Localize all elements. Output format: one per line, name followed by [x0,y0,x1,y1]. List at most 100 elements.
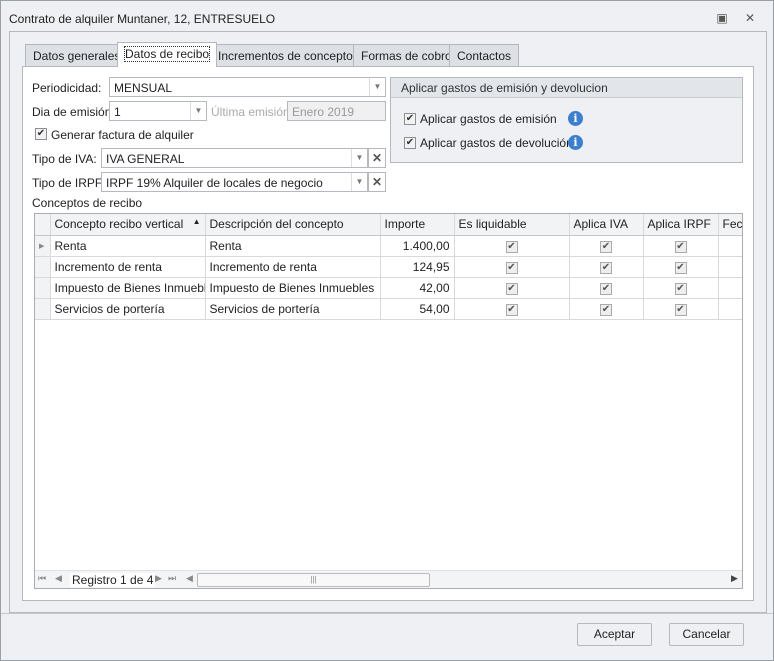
generar-factura-label: Generar factura de alquiler [51,128,194,142]
checkbox[interactable]: ✔ [505,304,518,316]
aplica-iva-checkbox[interactable]: ✔ [569,277,644,299]
descripcion-cell[interactable]: Servicios de portería [205,298,381,320]
gastos-emision-checkbox[interactable]: ✔ [404,113,416,125]
chevron-down-icon[interactable]: ▼ [369,78,385,96]
iva-select[interactable]: IVA GENERAL ▼ [101,148,368,168]
periodicidad-select[interactable]: MENSUAL ▼ [109,77,386,97]
chevron-down-icon[interactable]: ▼ [190,102,206,120]
dialog-window: Contrato de alquiler Muntaner, 12, ENTRE… [0,0,774,661]
accept-button[interactable]: Aceptar [577,623,652,646]
aplica-irpf-checkbox[interactable]: ✔ [643,298,719,320]
close-icon[interactable]: ✕ [743,11,757,25]
gastos-emision-label: Aplicar gastos de emisión [420,112,557,126]
concepto-cell[interactable]: Incremento de renta [50,256,206,278]
dia-emision-select[interactable]: 1 ▼ [109,101,207,121]
scroll-right-icon[interactable]: ▶ [731,573,738,584]
column-header-aplica-iva[interactable]: Aplica IVA [569,214,644,236]
checkbox[interactable]: ✔ [674,262,687,274]
table-row[interactable]: Servicios de portería Servicios de porter… [35,298,742,320]
column-header-descripcion[interactable]: Descripción del concepto [205,214,381,236]
table-row[interactable]: ▶ Renta Renta 1.400,00 ✔ ✔ ✔ [35,235,742,257]
aplica-irpf-checkbox[interactable]: ✔ [643,235,719,257]
generar-factura-checkbox[interactable]: ✔ [35,128,47,140]
column-header-importe[interactable]: Importe [380,214,455,236]
last-record-icon[interactable]: ⏭ [168,573,176,584]
checkbox[interactable]: ✔ [600,304,612,316]
importe-cell[interactable]: 42,00 [380,277,455,299]
checkbox[interactable]: ✔ [600,241,612,253]
checkbox[interactable]: ✔ [505,262,518,274]
record-counter: Registro 1 de 4 [70,573,156,587]
clear-irpf-button[interactable]: ✕ [368,172,386,192]
aplica-iva-checkbox[interactable]: ✔ [569,235,644,257]
row-indicator[interactable] [35,256,51,278]
checkbox[interactable]: ✔ [674,283,687,295]
checkbox[interactable]: ✔ [600,283,612,295]
window-title: Contrato de alquiler Muntaner, 12, ENTRE… [9,12,276,26]
aplica-irpf-checkbox[interactable]: ✔ [643,277,719,299]
irpf-value: IRPF 19% Alquiler de locales de negocio [106,176,323,190]
chevron-down-icon[interactable]: ▼ [351,149,367,167]
aplica-iva-checkbox[interactable]: ✔ [569,298,644,320]
importe-cell[interactable]: 54,00 [380,298,455,320]
liquidable-checkbox[interactable]: ✔ [454,298,570,320]
concepto-cell[interactable]: Servicios de portería [50,298,206,320]
tab-datos-generales[interactable]: Datos generales [25,44,129,66]
row-indicator[interactable] [35,277,51,299]
liquidable-checkbox[interactable]: ✔ [454,277,570,299]
horizontal-scrollbar-thumb[interactable]: ||| [197,573,430,587]
row-indicator[interactable]: ▶ [35,235,51,257]
row-indicator[interactable] [35,298,51,320]
importe-cell[interactable]: 124,95 [380,256,455,278]
restore-icon[interactable]: ▣ [715,11,729,25]
checkbox[interactable]: ✔ [674,304,687,316]
gastos-devolucion-checkbox[interactable]: ✔ [404,137,416,149]
info-icon[interactable]: i [568,111,583,126]
table-row[interactable]: Incremento de renta Incremento de renta 12… [35,256,742,278]
next-record-icon[interactable]: ▶ [155,573,162,584]
ultima-emision-field: Enero 2019 [287,101,386,121]
descripcion-cell[interactable]: Impuesto de Bienes Inmuebles [205,277,381,299]
aplica-irpf-checkbox[interactable]: ✔ [643,256,719,278]
chevron-down-icon[interactable]: ▼ [351,173,367,191]
liquidable-checkbox[interactable]: ✔ [454,256,570,278]
aplica-iva-checkbox[interactable]: ✔ [569,256,644,278]
checkbox[interactable]: ✔ [505,283,518,295]
dia-emision-value: 1 [114,105,121,119]
column-header-fecha[interactable]: Fech [718,214,742,236]
first-record-icon[interactable]: ⏮ [38,573,46,584]
scroll-left-icon[interactable]: ◀ [186,573,193,584]
checkbox[interactable]: ✔ [674,241,687,253]
periodicidad-value: MENSUAL [114,81,173,95]
cancel-button[interactable]: Cancelar [669,623,744,646]
column-header-aplica-irpf[interactable]: Aplica IRPF [643,214,719,236]
previous-record-icon[interactable]: ◀ [55,573,62,584]
descripcion-cell[interactable]: Renta [205,235,381,257]
tab-formas-de-cobro[interactable]: Formas de cobro [353,44,460,66]
irpf-select[interactable]: IRPF 19% Alquiler de locales de negocio … [101,172,368,192]
tab-incrementos[interactable]: Incrementos de conceptos [210,44,367,66]
clear-iva-button[interactable]: ✕ [368,148,386,168]
column-header-concepto[interactable]: Concepto recibo vertical ▲ [50,214,206,236]
importe-cell[interactable]: 1.400,00 [380,235,455,257]
concepto-cell[interactable]: Renta [50,235,206,257]
conceptos-grid: Concepto recibo vertical ▲ Descripción de… [34,213,743,589]
liquidable-checkbox[interactable]: ✔ [454,235,570,257]
fecha-cell[interactable] [718,256,742,278]
checkbox[interactable]: ✔ [505,241,518,253]
row-indicator-header [35,214,51,236]
table-row[interactable]: Impuesto de Bienes Inmuebles Impuesto de … [35,277,742,299]
gastos-group: Aplicar gastos de emisión y devolucion ✔… [390,77,743,163]
fecha-cell[interactable] [718,298,742,320]
grid-navigator: ⏮ ◀ Registro 1 de 4 ▶ ⏭ ◀ ||| ▶ [35,570,742,588]
info-icon[interactable]: i [568,135,583,150]
descripcion-cell[interactable]: Incremento de renta [205,256,381,278]
tab-datos-de-recibo[interactable]: Datos de recibo [117,42,218,67]
fecha-cell[interactable] [718,235,742,257]
fecha-cell[interactable] [718,277,742,299]
checkbox[interactable]: ✔ [600,262,612,274]
iva-value: IVA GENERAL [106,152,185,166]
tab-contactos[interactable]: Contactos [449,44,520,66]
column-header-liquidable[interactable]: Es liquidable [454,214,570,236]
concepto-cell[interactable]: Impuesto de Bienes Inmuebles [50,277,206,299]
